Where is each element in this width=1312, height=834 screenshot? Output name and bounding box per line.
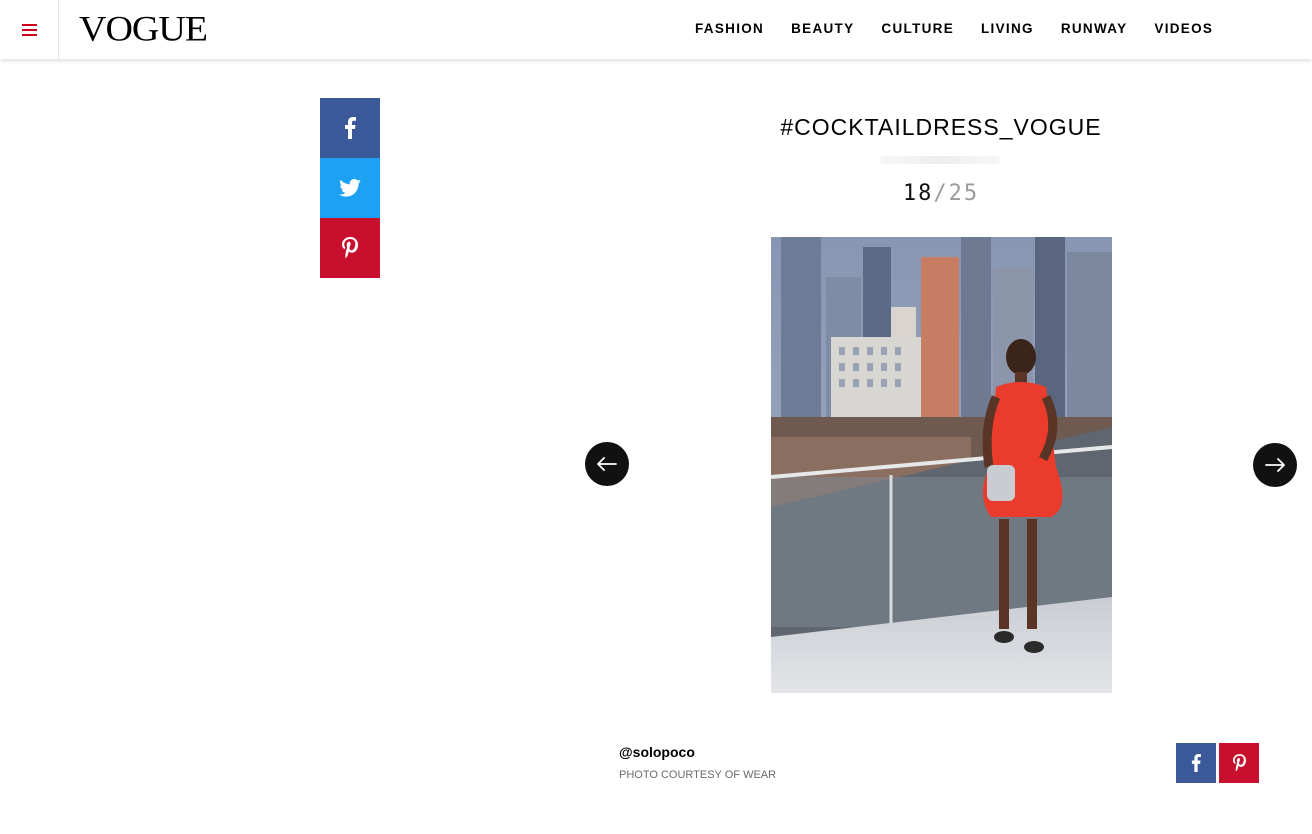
nav-fashion[interactable]: FASHION — [695, 20, 764, 38]
menu-button[interactable] — [0, 0, 59, 59]
gallery-photo[interactable] — [771, 237, 1112, 693]
photo-credit: PHOTO COURTESY OF WEAR — [619, 769, 777, 781]
site-header: VOGUE FASHION BEAUTY CULTURE LIVING RUNW… — [0, 0, 1312, 59]
vogue-logo[interactable]: VOGUE — [79, 9, 208, 49]
nav-runway[interactable]: RUNWAY — [1061, 20, 1128, 38]
main-nav: FASHION BEAUTY CULTURE LIVING RUNWAY VID… — [695, 20, 1240, 38]
pinterest-icon — [1232, 754, 1246, 772]
nav-beauty[interactable]: BEAUTY — [791, 20, 854, 38]
pinterest-icon — [342, 237, 358, 259]
share-sidebar — [320, 98, 380, 278]
arrow-right-icon — [1265, 458, 1285, 472]
gallery-title: #COCKTAILDRESS_VOGUE — [780, 114, 1102, 140]
slide-counter: 18/25 — [840, 180, 1042, 208]
arrow-left-icon — [597, 457, 617, 471]
current-slide: 18 — [902, 181, 934, 206]
nav-videos[interactable]: VIDEOS — [1154, 20, 1213, 38]
menu-icon — [21, 23, 37, 36]
instagram-handle[interactable]: @solopoco — [619, 743, 695, 761]
previous-slide-button[interactable] — [585, 442, 629, 486]
next-slide-button[interactable] — [1253, 443, 1297, 487]
counter-separator: / — [933, 181, 949, 206]
twitter-icon — [339, 179, 361, 197]
share-twitter-button[interactable] — [320, 158, 380, 218]
woman-in-red-dress-photo — [771, 237, 1112, 693]
nav-culture[interactable]: CULTURE — [881, 20, 954, 38]
caption-share-pinterest-button[interactable] — [1219, 743, 1259, 783]
facebook-icon — [1191, 754, 1201, 772]
total-slides: 25 — [948, 181, 980, 206]
subtitle-placeholder — [880, 156, 1000, 164]
share-facebook-button[interactable] — [320, 98, 380, 158]
nav-living[interactable]: LIVING — [981, 20, 1034, 38]
caption-share-facebook-button[interactable] — [1176, 743, 1216, 783]
facebook-icon — [345, 117, 356, 139]
share-pinterest-button[interactable] — [320, 218, 380, 278]
